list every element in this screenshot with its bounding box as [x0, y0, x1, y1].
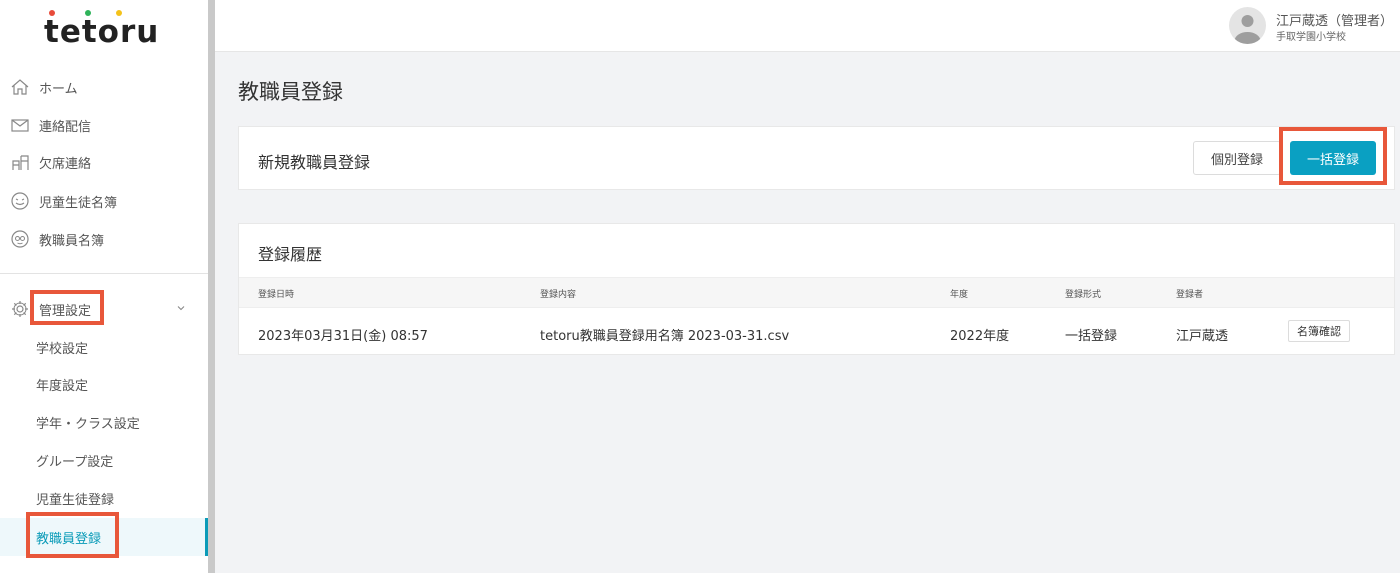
logo-dot-yellow	[116, 10, 122, 16]
highlight-admin-settings	[30, 290, 104, 325]
sidebar-subitem-group-settings[interactable]: グループ設定	[0, 442, 208, 478]
school-name: 手取学園小学校	[1276, 32, 1346, 43]
sidebar-subitem-student-registration[interactable]: 児童生徒登録	[0, 480, 208, 516]
sidebar-subitem-year-settings[interactable]: 年度設定	[0, 366, 208, 402]
child-face-icon	[9, 190, 31, 212]
view-roster-button[interactable]: 名簿確認	[1288, 320, 1350, 342]
logo-dot-red	[49, 10, 55, 16]
chevron-down-icon	[176, 302, 186, 317]
column-header-year: 年度	[950, 290, 969, 300]
column-header-content: 登録内容	[540, 290, 577, 300]
history-table-header	[239, 277, 1394, 308]
column-header-datetime: 登録日時	[258, 290, 295, 300]
sidebar-divider	[0, 273, 208, 274]
sidebar-item-home[interactable]: ホーム	[0, 68, 208, 106]
sidebar-item-label: ホーム	[39, 81, 78, 97]
sidebar-scrollbar[interactable]	[208, 0, 215, 573]
sidebar-subitem-label: 年度設定	[36, 378, 89, 394]
top-header	[215, 0, 1400, 52]
cell-format: 一括登録	[1065, 329, 1118, 344]
desk-icon	[9, 151, 31, 173]
cell-datetime: 2023年03月31日(金) 08:57	[258, 329, 428, 344]
avatar[interactable]	[1229, 7, 1266, 44]
logo-text: tetoru	[44, 14, 160, 50]
highlight-bulk-registration	[1279, 127, 1387, 185]
sidebar-item-label: 教職員名簿	[39, 233, 105, 249]
new-registration-title: 新規教職員登録	[258, 153, 371, 172]
sidebar-subitem-label: グループ設定	[36, 454, 114, 470]
home-icon	[9, 76, 31, 98]
sidebar-subitem-label: 児童生徒登録	[36, 492, 115, 508]
column-header-registrant: 登録者	[1176, 290, 1204, 300]
mail-icon	[9, 114, 31, 136]
teacher-face-icon	[9, 228, 31, 250]
sidebar-item-absence[interactable]: 欠席連絡	[0, 143, 208, 181]
cell-year: 2022年度	[950, 329, 1010, 344]
highlight-staff-registration	[26, 512, 119, 558]
sidebar-subitem-label: 学校設定	[36, 341, 89, 357]
sidebar-item-messages[interactable]: 連絡配信	[0, 106, 208, 144]
cell-content: tetoru教職員登録用名簿 2023-03-31.csv	[540, 329, 790, 344]
cell-registrant: 江戸蔵透	[1176, 329, 1229, 344]
sidebar-item-staff-roster[interactable]: 教職員名簿	[0, 220, 208, 258]
sidebar-subitem-school-settings[interactable]: 学校設定	[0, 329, 208, 365]
logo-dot-green	[85, 10, 91, 16]
tetoru-logo[interactable]: tetoru	[44, 10, 158, 50]
user-name: 江戸蔵透（管理者）	[1276, 14, 1394, 29]
sidebar: tetoru ホーム 連絡配信 欠席連絡 児童生徒名簿 教職員名簿 管理設定 学…	[0, 0, 210, 573]
sidebar-subitem-grade-class-settings[interactable]: 学年・クラス設定	[0, 404, 208, 440]
history-title: 登録履歴	[258, 245, 323, 264]
individual-registration-button[interactable]: 個別登録	[1193, 141, 1281, 175]
sidebar-item-label: 欠席連絡	[39, 156, 92, 172]
sidebar-item-label: 連絡配信	[39, 119, 92, 135]
page-title: 教職員登録	[238, 80, 343, 104]
gear-icon	[9, 298, 31, 320]
sidebar-item-label: 児童生徒名簿	[39, 195, 118, 211]
sidebar-subitem-label: 学年・クラス設定	[36, 416, 140, 432]
sidebar-item-student-roster[interactable]: 児童生徒名簿	[0, 182, 208, 220]
column-header-format: 登録形式	[1065, 290, 1102, 300]
